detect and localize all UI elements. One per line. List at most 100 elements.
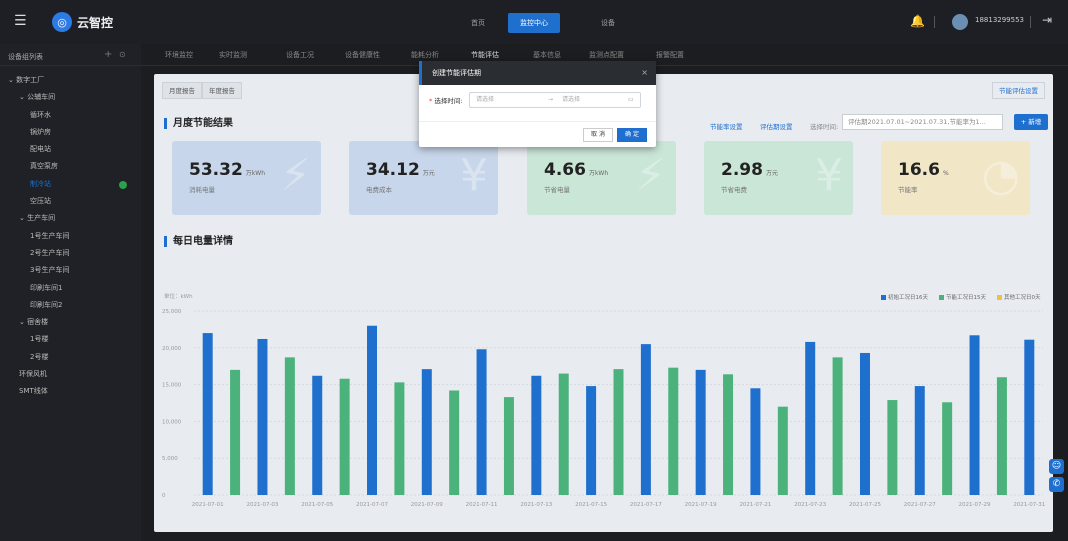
bar [449, 390, 460, 495]
bar [832, 357, 843, 495]
bell-icon[interactable]: 🔔 [910, 14, 925, 28]
nav-home[interactable]: 首页 [471, 13, 485, 33]
tree-item[interactable]: 印刷车间2 [0, 297, 141, 314]
avatar[interactable] [952, 14, 968, 30]
card-label: 节省电量 [544, 186, 570, 194]
divider [1030, 16, 1031, 28]
menu-icon[interactable]: ☰ [14, 14, 27, 28]
tree-item[interactable]: SMT线体 [0, 383, 141, 400]
bar [586, 386, 597, 495]
bar [914, 386, 925, 495]
bar [421, 369, 432, 495]
tab-item[interactable]: 基本信息 [533, 50, 561, 60]
tree-item[interactable]: 配电站 [0, 141, 141, 158]
sidebar-title: 设备组列表 [8, 53, 43, 61]
info-icon[interactable]: ⊙ [119, 50, 126, 59]
tree-item[interactable]: 真空泵房 [0, 158, 141, 175]
tab-energy-settings[interactable]: 节能评估设置 [992, 82, 1045, 99]
bar [640, 344, 651, 495]
tab-monthly-report[interactable]: 月度报告 [162, 82, 202, 99]
tree-item[interactable]: 2号生产车间 [0, 245, 141, 262]
plus-icon[interactable]: + [104, 49, 112, 60]
new-button[interactable]: + 新增 [1014, 114, 1048, 130]
tree-item[interactable]: ⌄ 公辅车间 [0, 89, 141, 106]
tree-item-label: 真空泵房 [30, 162, 58, 171]
tree-item[interactable]: ⌄ 宿舍楼 [0, 314, 141, 331]
bar [969, 335, 980, 495]
bar [750, 388, 761, 495]
tree-item[interactable]: 环保风机 [0, 366, 141, 383]
range-arrow: → [548, 96, 554, 103]
bar [613, 369, 624, 495]
chevron-down-icon[interactable]: ⌄ [19, 318, 27, 326]
bar [558, 373, 569, 495]
rate-setting-link[interactable]: 节能率设置 [710, 121, 743, 131]
period-select[interactable]: 评估期2021.07.01~2021.07.31,节能率为1... [842, 114, 1003, 130]
x-tick-label: 2021-07-25 [849, 502, 881, 508]
chevron-down-icon[interactable]: ⌄ [19, 214, 27, 222]
chat-icon[interactable]: ☺ [1049, 459, 1064, 474]
x-tick-label: 2021-07-19 [685, 502, 717, 508]
tree-item[interactable]: ⌄ 数字工厂 [0, 72, 141, 89]
period-setting-link[interactable]: 评估期设置 [760, 121, 793, 131]
calendar-icon[interactable]: ▭ [628, 93, 634, 107]
tab-item[interactable]: 能耗分析 [411, 50, 439, 60]
tab-item[interactable]: 监测点配置 [589, 50, 624, 60]
x-tick-label: 2021-07-15 [575, 502, 607, 508]
tab-item[interactable]: 实时监测 [219, 50, 247, 60]
tab-item[interactable]: 设备健康性 [345, 50, 380, 60]
app-name: 云智控 [77, 16, 114, 30]
tree-item[interactable]: 循环水 [0, 107, 141, 124]
lightning-icon: ⚡ [635, 150, 666, 201]
nav-device[interactable]: 设备 [601, 13, 615, 33]
tree-item-label: 环保风机 [19, 370, 47, 379]
bar [394, 382, 405, 495]
tree-item[interactable]: 印刷车间1 [0, 280, 141, 297]
tree-item[interactable]: 制冷站 [0, 176, 141, 193]
nav-monitor-center[interactable]: 监控中心 [508, 13, 560, 33]
chevron-down-icon[interactable]: ⌄ [19, 93, 27, 101]
bar [284, 357, 295, 495]
sidebar: 设备组列表 + ⊙ ⌄ 数字工厂 ⌄ 公辅车间 循环水 锅炉房 配电站 真空泵房 制冷站 空压… [0, 44, 141, 541]
card-value: 34.12 万元 [366, 160, 435, 180]
end-date-input[interactable]: 请选择 [562, 93, 580, 107]
cancel-button[interactable]: 取 消 [583, 128, 613, 142]
y-tick-label: 15,000 [162, 383, 182, 389]
tab-item[interactable]: 报警配置 [656, 50, 684, 60]
bar [257, 338, 268, 495]
tree-item[interactable]: 3号生产车间 [0, 262, 141, 279]
x-tick-label: 2021-07-21 [739, 502, 771, 508]
tab-annual-report[interactable]: 年度报告 [202, 82, 242, 99]
bar [312, 375, 323, 495]
tab-item[interactable]: 环境监控 [165, 50, 193, 60]
chevron-down-icon[interactable]: ⌄ [8, 76, 16, 84]
tree-item[interactable]: 1号生产车间 [0, 228, 141, 245]
x-tick-label: 2021-07-29 [959, 502, 991, 508]
tree-item-label: SMT线体 [19, 387, 48, 396]
top-bar: ☰ ◎ 云智控 首页 监控中心 设备 🔔 18813299553 ⇥ [0, 0, 1068, 44]
start-date-input[interactable]: 请选择 [476, 93, 494, 107]
tree-item-label: 配电站 [30, 145, 51, 154]
device-tree: ⌄ 数字工厂 ⌄ 公辅车间 循环水 锅炉房 配电站 真空泵房 制冷站 空压站 ⌄ 生产车间 1号生… [0, 72, 141, 401]
tree-item[interactable]: ⌄ 生产车间 [0, 210, 141, 227]
logout-icon[interactable]: ⇥ [1042, 13, 1052, 27]
bar [887, 400, 898, 495]
tree-item[interactable]: 空压站 [0, 193, 141, 210]
bar [531, 375, 542, 495]
confirm-button[interactable]: 确 定 [617, 128, 647, 142]
close-icon[interactable]: × [641, 61, 648, 85]
tab-item[interactable]: 设备工况 [286, 50, 314, 60]
tree-item[interactable]: 2号楼 [0, 349, 141, 366]
tree-item[interactable]: 1号楼 [0, 331, 141, 348]
logo-icon: ◎ [52, 12, 72, 32]
yuan-icon: ¥ [460, 150, 488, 201]
tree-item[interactable]: 锅炉房 [0, 124, 141, 141]
tree-item-label: 公辅车间 [27, 93, 56, 102]
card-value: 4.66 万kWh [544, 160, 609, 180]
phone-icon[interactable]: ✆ [1049, 477, 1064, 492]
date-range-input[interactable]: 请选择 → 请选择 ▭ [469, 92, 641, 108]
username[interactable]: 18813299553 [975, 16, 1024, 24]
tab-item[interactable]: 节能评估 [471, 50, 499, 60]
summary-card: 4.66 万kWh 节省电量 ⚡ [527, 141, 676, 215]
field-label: * 选择时间: [429, 97, 463, 105]
